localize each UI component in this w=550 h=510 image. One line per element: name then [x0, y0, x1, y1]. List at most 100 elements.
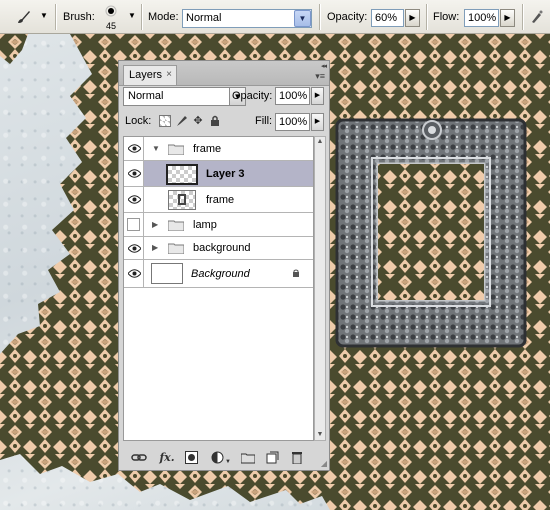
- layer-row-frame-group[interactable]: ▼ frame: [124, 137, 313, 161]
- flow-slider-button[interactable]: ▶: [500, 9, 515, 27]
- panel-bottom-bar: fx. ▼ ◢: [119, 447, 329, 469]
- visibility-off-box[interactable]: [127, 218, 140, 231]
- layer-row-layer-3[interactable]: Layer 3: [124, 161, 313, 187]
- mask-icon[interactable]: [185, 451, 198, 464]
- lock-transparency-icon[interactable]: [159, 115, 171, 127]
- trash-icon[interactable]: [291, 451, 303, 464]
- play-arrow-icon: ▶: [314, 92, 321, 99]
- fill-input[interactable]: 100%: [275, 113, 310, 131]
- visibility-cell[interactable]: [124, 187, 144, 212]
- layer-name: frame: [193, 143, 222, 155]
- brush-preview[interactable]: 45: [98, 2, 124, 32]
- toolbar-separator: [426, 4, 428, 30]
- flow-input-value: 100%: [468, 12, 497, 24]
- panel-menu-icon[interactable]: ▾≡: [315, 71, 325, 82]
- lock-label: Lock:: [125, 115, 152, 127]
- visibility-cell[interactable]: [124, 137, 144, 160]
- fx-icon[interactable]: fx.: [158, 451, 176, 464]
- folder-icon: [168, 144, 184, 155]
- frame-thumbnail-icon: [178, 194, 186, 205]
- lock-all-icon[interactable]: [209, 115, 221, 127]
- adjustment-arrow-icon[interactable]: ▼: [225, 456, 231, 469]
- brush-tip-icon: [105, 5, 117, 17]
- play-arrow-icon: ▶: [409, 13, 416, 22]
- eye-icon[interactable]: [128, 195, 141, 204]
- fill-slider-button[interactable]: ▶: [311, 113, 324, 131]
- fill-label: Fill:: [255, 115, 273, 127]
- layer-thumbnail: [168, 190, 196, 210]
- layer-name: background: [193, 242, 251, 254]
- toolbar-separator: [141, 4, 143, 30]
- layer-name: Layer 3: [206, 168, 245, 180]
- layer-row-background-group[interactable]: ▶ background: [124, 237, 313, 260]
- collapse-panel-icon[interactable]: ◂◂: [321, 62, 327, 70]
- opacity-slider-button[interactable]: ▶: [405, 9, 420, 27]
- layer-name: frame: [206, 194, 235, 206]
- layers-scrollbar[interactable]: ▲ ▼: [314, 136, 326, 441]
- layer-thumbnail: [166, 164, 198, 185]
- layer-row-background[interactable]: Background: [124, 260, 313, 288]
- opacity-input[interactable]: 60%: [371, 9, 404, 27]
- layer-row-lamp-group[interactable]: ▶ lamp: [124, 213, 313, 237]
- brush-picker-arrow-icon[interactable]: ▼: [128, 11, 136, 20]
- blend-opacity-row: Normal ▼ Opacity: 100% ▶: [119, 87, 329, 109]
- tool-preset-arrow-icon[interactable]: ▼: [40, 11, 48, 20]
- eye-icon[interactable]: [128, 269, 141, 278]
- mode-dropdown-button[interactable]: ▼: [294, 10, 311, 27]
- layer-thumbnail: [151, 263, 183, 284]
- scroll-down-icon[interactable]: ▼: [315, 430, 325, 440]
- folder-icon: [168, 220, 184, 231]
- lock-pixels-icon[interactable]: [176, 115, 188, 127]
- mode-select[interactable]: Normal: [182, 9, 312, 28]
- mode-label: Mode:: [148, 11, 179, 23]
- expand-triangle-icon[interactable]: ▶: [152, 220, 158, 229]
- layer-opacity-slider-button[interactable]: ▶: [311, 87, 324, 105]
- brush-tool-icon[interactable]: [16, 9, 32, 25]
- layer-opacity-label: Opacity:: [232, 90, 273, 102]
- blend-mode-select[interactable]: Normal: [123, 87, 230, 106]
- toolbar-separator: [55, 4, 57, 30]
- layer-opacity-value: 100%: [279, 90, 308, 102]
- eye-icon[interactable]: [128, 169, 141, 178]
- visibility-cell[interactable]: [124, 237, 144, 259]
- layers-list: ▼ frame Layer 3 frame ▶ lamp ▶ backgroun…: [123, 136, 314, 441]
- lock-icon: [293, 269, 299, 277]
- scroll-up-icon[interactable]: ▲: [315, 137, 325, 147]
- resize-grip-icon[interactable]: ◢: [321, 459, 327, 468]
- eye-icon[interactable]: [128, 144, 141, 153]
- expand-triangle-icon[interactable]: ▶: [152, 243, 158, 252]
- chevron-down-icon: ▼: [298, 14, 307, 23]
- opacity-label: Opacity:: [327, 11, 368, 23]
- visibility-cell[interactable]: [124, 213, 144, 236]
- visibility-cell[interactable]: [124, 260, 144, 287]
- play-arrow-icon: ▶: [504, 13, 511, 22]
- airbrush-icon[interactable]: [529, 9, 545, 25]
- layer-row-frame[interactable]: frame: [124, 187, 313, 213]
- lock-position-icon[interactable]: ✥: [192, 115, 204, 127]
- eye-icon[interactable]: [128, 244, 141, 253]
- brush-size-value: 45: [106, 21, 117, 31]
- brush-label: Brush:: [63, 11, 95, 23]
- ornate-frame-image: [335, 118, 527, 348]
- close-icon[interactable]: ×: [166, 66, 172, 84]
- adjustment-icon[interactable]: [211, 451, 225, 464]
- new-group-icon[interactable]: [241, 451, 255, 464]
- layers-panel: Layers × ◂◂ ▾≡ Normal ▼ Opacity: 100% ▶ …: [118, 60, 330, 471]
- folder-icon: [168, 243, 184, 254]
- tab-layers-label: Layers: [129, 69, 163, 81]
- expand-triangle-icon[interactable]: ▼: [152, 144, 160, 153]
- new-layer-icon[interactable]: [266, 451, 279, 464]
- options-toolbar: ▼ Brush: 45 ▼ Mode: Normal ▼ Opacity: 60…: [0, 0, 550, 34]
- fill-value: 100%: [279, 116, 308, 128]
- blend-mode-value: Normal: [128, 90, 164, 102]
- link-icon[interactable]: [131, 451, 147, 464]
- flow-input[interactable]: 100%: [464, 9, 499, 27]
- visibility-cell[interactable]: [124, 161, 144, 186]
- toolbar-separator: [319, 4, 321, 30]
- layer-name: Background: [191, 268, 250, 280]
- layer-opacity-input[interactable]: 100%: [275, 87, 310, 105]
- toolbar-separator: [522, 4, 524, 30]
- mode-select-value: Normal: [186, 12, 222, 24]
- tab-layers[interactable]: Layers ×: [123, 65, 177, 85]
- play-arrow-icon: ▶: [314, 118, 321, 125]
